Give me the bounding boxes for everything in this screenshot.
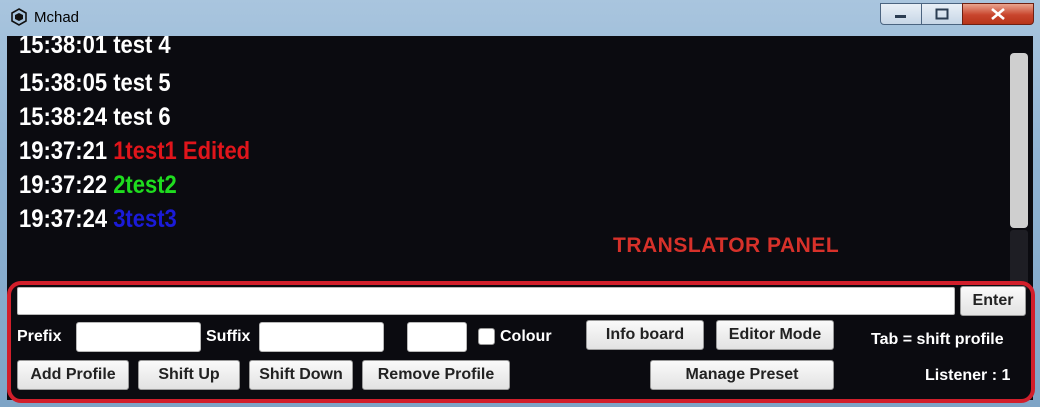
add-profile-button[interactable]: Add Profile <box>17 360 129 390</box>
log-text: test 5 <box>113 69 171 97</box>
log-time: 15:38:01 <box>19 36 108 59</box>
close-button[interactable] <box>962 3 1034 25</box>
suffix-field[interactable] <box>259 322 384 352</box>
log-text: 3test3 <box>113 205 177 233</box>
log-time: 19:37:24 <box>19 205 108 233</box>
suffix-label: Suffix <box>206 328 251 345</box>
log-time: 15:38:24 <box>19 103 108 131</box>
manage-preset-button[interactable]: Manage Preset <box>650 360 834 390</box>
maximize-button[interactable] <box>921 3 963 25</box>
log-text: 1test1 Edited <box>113 137 251 165</box>
log-text: test 6 <box>113 103 171 131</box>
maximize-icon <box>935 8 949 20</box>
log-line: 15:38:24 test 6 <box>19 102 171 132</box>
shift-down-button[interactable]: Shift Down <box>249 360 353 390</box>
tab-shift-hint: Tab = shift profile <box>871 331 1004 348</box>
title-bar[interactable]: Mchad <box>0 0 1040 36</box>
app-window: Mchad 15:38:01 test 4 15:38:05 test 5 15… <box>0 0 1040 407</box>
log-line: 19:37:24 3test3 <box>19 204 177 234</box>
translator-panel-label: TRANSLATOR PANEL <box>613 234 840 257</box>
log-text: 2test2 <box>113 171 177 199</box>
window-title: Mchad <box>34 9 80 26</box>
minimize-icon <box>895 15 906 18</box>
scrollbar-thumb[interactable] <box>1010 53 1028 228</box>
message-input[interactable] <box>17 287 955 315</box>
log-line: 19:37:21 1test1 Edited <box>19 136 250 166</box>
prefix-label: Prefix <box>17 328 62 345</box>
minimize-button[interactable] <box>880 3 922 25</box>
log-time: 15:38:05 <box>19 69 108 97</box>
colour-field[interactable] <box>407 322 467 352</box>
colour-checkbox[interactable] <box>478 328 495 345</box>
prefix-field[interactable] <box>76 322 201 352</box>
unity-icon <box>10 8 28 26</box>
colour-label: Colour <box>500 328 552 345</box>
close-icon <box>991 8 1005 20</box>
chat-log[interactable]: 15:38:01 test 4 15:38:05 test 5 15:38:24… <box>17 36 1007 276</box>
log-time: 19:37:21 <box>19 137 108 165</box>
remove-profile-button[interactable]: Remove Profile <box>362 360 510 390</box>
vertical-scrollbar[interactable] <box>1010 50 1028 290</box>
enter-button[interactable]: Enter <box>960 286 1026 316</box>
log-line: 19:37:22 2test2 <box>19 170 177 200</box>
editor-mode-button[interactable]: Editor Mode <box>716 320 834 350</box>
log-line: 15:38:01 test 4 <box>19 36 171 60</box>
client-area: 15:38:01 test 4 15:38:05 test 5 15:38:24… <box>7 36 1035 403</box>
info-board-button[interactable]: Info board <box>586 320 704 350</box>
listener-count: Listener : 1 <box>925 367 1011 384</box>
log-time: 19:37:22 <box>19 171 108 199</box>
log-text: test 4 <box>113 36 171 59</box>
log-line: 15:38:05 test 5 <box>19 68 171 98</box>
shift-up-button[interactable]: Shift Up <box>138 360 240 390</box>
